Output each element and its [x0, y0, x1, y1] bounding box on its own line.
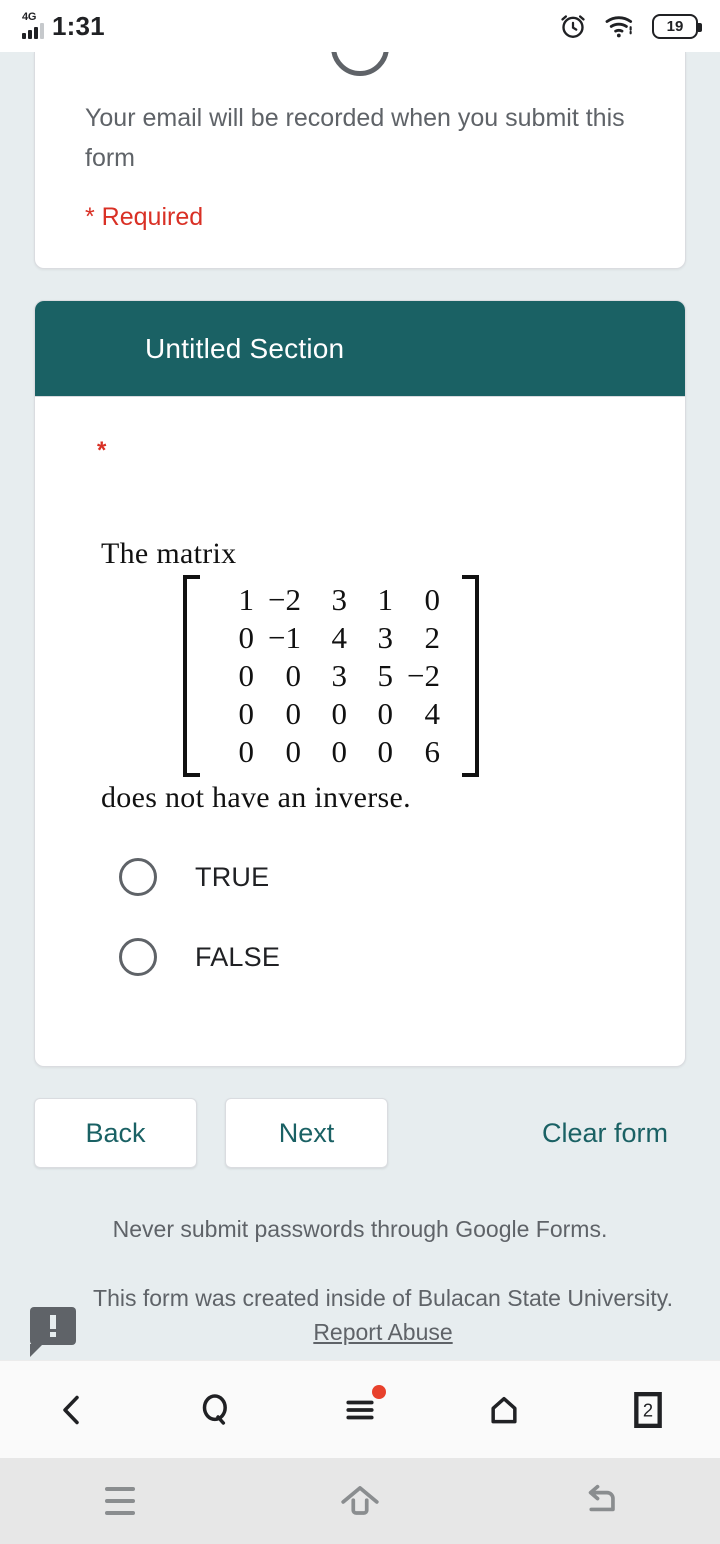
exclamation-glyph — [50, 1315, 56, 1337]
option-label: FALSE — [195, 941, 281, 972]
status-bar: 4G 1:31 19 — [0, 0, 720, 52]
radio-option-true[interactable]: TRUE — [35, 837, 685, 917]
browser-menu-button[interactable] — [308, 1361, 412, 1459]
network-type-label: 4G — [22, 11, 37, 23]
matrix-cell: 5 — [377, 658, 394, 693]
email-record-notice: Your email will be recorded when you sub… — [85, 104, 625, 172]
clock-label: 1:31 — [52, 11, 105, 41]
matrix-cell: 3 — [331, 658, 348, 693]
radio-option-false[interactable]: FALSE — [35, 917, 685, 997]
matrix-cell: 0 — [285, 658, 302, 693]
android-nav-bar — [0, 1458, 720, 1544]
android-back-button[interactable] — [540, 1458, 660, 1544]
form-page: Your email will be recorded when you sub… — [0, 52, 720, 1360]
matrix-cell: 0 — [238, 620, 255, 655]
matrix-cell: 3 — [331, 582, 348, 617]
matrix-cell: 3 — [377, 620, 394, 655]
battery-level-label: 19 — [666, 17, 684, 35]
tabs-icon: 2 — [634, 1391, 662, 1428]
matrix-cell: 4 — [424, 696, 440, 731]
matrix-cell: 1 — [377, 582, 394, 617]
back-icon — [588, 1484, 615, 1512]
matrix-table: 1 −2 3 1 0 0 −1 4 3 2 0 0 3 5 −2 0 0 0 0… — [215, 581, 447, 771]
matrix-cell: −2 — [268, 582, 301, 617]
matrix-row: 0 0 0 0 6 — [215, 733, 447, 771]
battery-icon: 19 — [652, 13, 702, 39]
matrix-cell: 0 — [285, 696, 302, 731]
status-bar-left: 4G 1:31 — [22, 11, 105, 41]
matrix-cell: 4 — [331, 620, 348, 655]
matrix-cell: 2 — [424, 620, 440, 655]
matrix-outro-text: does not have an inverse. — [101, 781, 411, 814]
browser-home-button[interactable] — [452, 1361, 556, 1459]
matrix-cell: 0 — [377, 696, 394, 731]
option-label: TRUE — [195, 861, 270, 892]
never-submit-passwords-notice: Never submit passwords through Google Fo… — [112, 1216, 608, 1242]
section-title: Untitled Section — [145, 332, 345, 364]
home-icon — [491, 1396, 517, 1423]
matrix-row: 0 0 0 0 4 — [215, 695, 447, 733]
matrix: 1 −2 3 1 0 0 −1 4 3 2 0 0 3 5 −2 0 0 0 0… — [183, 575, 479, 777]
menu-notification-badge — [372, 1384, 386, 1399]
answer-options: TRUE FALSE — [35, 837, 685, 997]
matrix-cell: 0 — [331, 696, 348, 731]
matrix-cell: 0 — [331, 734, 348, 769]
form-footer: This form was created inside of Bulacan … — [0, 1281, 720, 1357]
matrix-cell: 1 — [238, 582, 255, 617]
section-header: Untitled Section — [35, 301, 685, 396]
matrix-cell: −2 — [407, 658, 440, 693]
matrix-cell: 0 — [238, 734, 255, 769]
signal-icon: 4G — [22, 11, 44, 39]
matrix-cell: 0 — [285, 734, 302, 769]
home-icon — [341, 1486, 379, 1515]
report-abuse-link[interactable]: Report Abuse — [313, 1319, 452, 1345]
matrix-intro-text: The matrix — [101, 537, 237, 570]
radio-icon[interactable] — [119, 938, 157, 976]
matrix-right-bracket — [457, 575, 479, 777]
question-required-marker: * — [97, 437, 107, 464]
browser-toolbar: 2 — [0, 1360, 720, 1458]
signal-bars — [22, 23, 44, 39]
wifi-icon — [605, 16, 633, 38]
matrix-row: 0 0 3 5 −2 — [215, 657, 447, 695]
clear-form-link[interactable]: Clear form — [542, 1118, 686, 1149]
account-avatar-icon — [331, 52, 389, 76]
matrix-cell: 0 — [377, 734, 394, 769]
matrix-cell: 6 — [424, 734, 440, 769]
created-inside-label: This form was created inside of Bulacan … — [93, 1285, 673, 1311]
tab-count-label: 2 — [643, 1399, 653, 1420]
form-navigation: Back Next Clear form — [34, 1098, 686, 1168]
browser-search-button[interactable] — [164, 1361, 268, 1459]
android-home-button[interactable] — [300, 1458, 420, 1544]
question-matrix-image: The matrix 1 −2 3 1 0 0 −1 4 3 2 0 0 3 5… — [35, 537, 685, 815]
matrix-left-bracket — [183, 575, 205, 777]
matrix-row: 1 −2 3 1 0 — [215, 581, 447, 619]
matrix-body: 1 −2 3 1 0 0 −1 4 3 2 0 0 3 5 −2 0 0 0 0… — [215, 581, 447, 771]
status-bar-right: 19 — [558, 11, 702, 41]
matrix-cell: 0 — [238, 658, 255, 693]
question-card: * The matrix 1 −2 3 1 0 0 −1 4 3 2 0 0 3… — [34, 397, 686, 1067]
recents-icon — [105, 1487, 135, 1515]
back-button[interactable]: Back — [34, 1098, 197, 1168]
matrix-container: 1 −2 3 1 0 0 −1 4 3 2 0 0 3 5 −2 0 0 0 0… — [35, 575, 685, 777]
matrix-cell: 0 — [238, 696, 255, 731]
required-notice: * Required — [85, 203, 204, 231]
matrix-cell: −1 — [268, 620, 301, 655]
alarm-clock-icon — [561, 15, 585, 38]
matrix-cell: 0 — [424, 582, 440, 617]
report-abuse-icon — [30, 1307, 76, 1357]
search-icon — [202, 1393, 227, 1425]
browser-tabs-button[interactable]: 2 — [596, 1361, 700, 1459]
form-header-card: Your email will be recorded when you sub… — [34, 52, 686, 269]
section-header-card: Untitled Section — [34, 300, 686, 397]
matrix-row: 0 −1 4 3 2 — [215, 619, 447, 657]
android-recents-button[interactable] — [60, 1458, 180, 1544]
created-inside-text: This form was created inside of Bulacan … — [76, 1281, 690, 1349]
phone-screen: 4G 1:31 19 Your email will be recorded w… — [0, 0, 720, 1544]
radio-icon[interactable] — [119, 858, 157, 896]
browser-back-button[interactable] — [20, 1361, 124, 1459]
back-icon — [63, 1395, 79, 1424]
next-button[interactable]: Next — [225, 1098, 388, 1168]
